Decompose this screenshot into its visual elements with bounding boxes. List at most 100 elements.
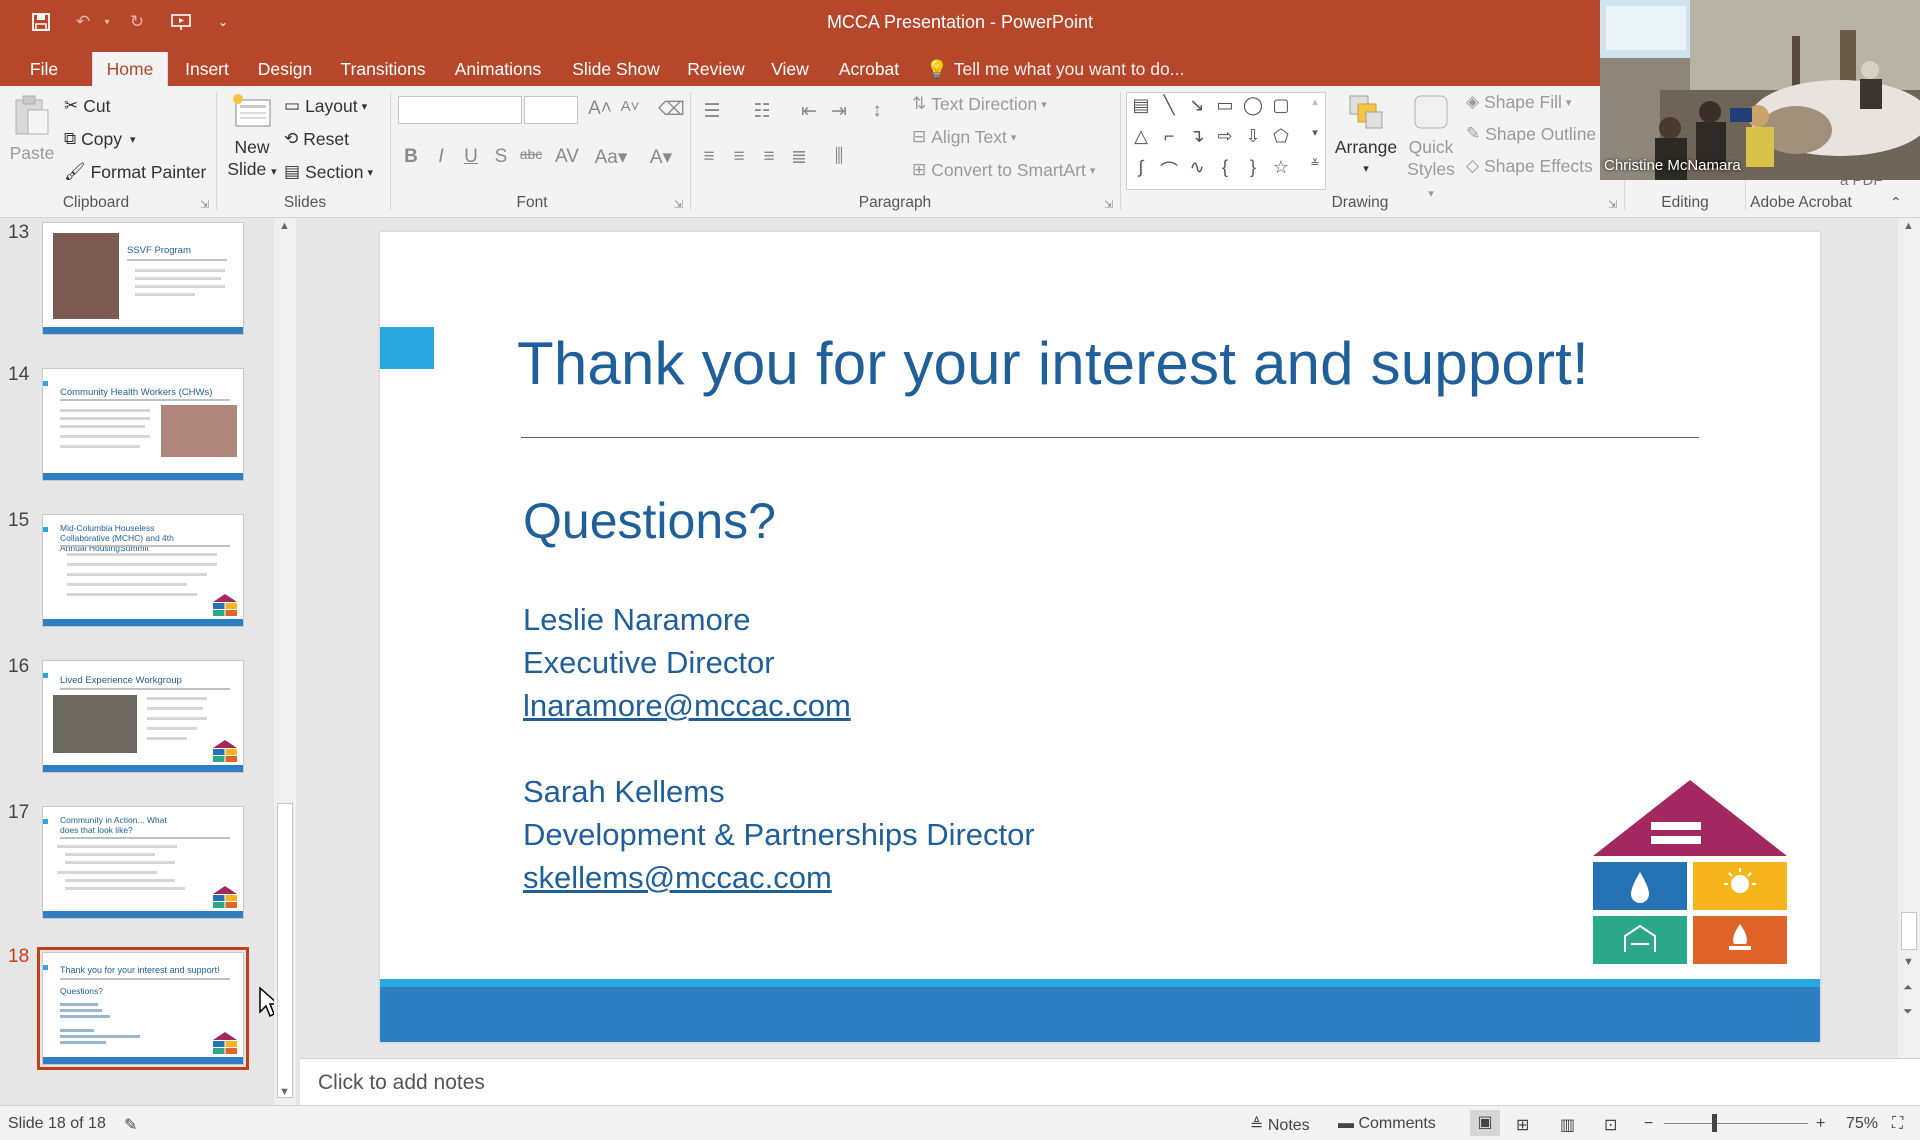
align-text-button[interactable]: ⊟ Align Text ▾ (912, 123, 1016, 151)
notes-pane[interactable]: Click to add notes (300, 1058, 1920, 1105)
slide-sorter-icon[interactable]: ⊞ (1516, 1115, 1529, 1135)
shape-fill-button[interactable]: ◈ Shape Fill ▾ (1466, 88, 1571, 116)
increase-font-icon[interactable]: A˄ (587, 98, 613, 120)
change-case-icon[interactable]: Aa▾ (592, 146, 630, 169)
editor-scrollbar[interactable]: ▲ ▼ ⏶ ⏷ (1898, 218, 1920, 1058)
gallery-down-icon[interactable]: ▾ (1303, 126, 1327, 139)
triangle-shape-icon[interactable]: △ (1129, 126, 1153, 147)
zoom-out-icon[interactable]: − (1644, 1115, 1653, 1133)
paragraph-launcher-icon[interactable]: ⇲ (1104, 198, 1113, 211)
freeform-shape-icon[interactable]: ∫ (1129, 157, 1153, 178)
tab-file[interactable]: File (16, 52, 72, 86)
scroll-up-icon[interactable]: ▲ (279, 220, 290, 232)
quick-styles-button[interactable]: Quick Styles ▾ (1402, 92, 1460, 205)
format-painter-button[interactable]: 🖌 Format Painter (64, 158, 206, 186)
notes-toggle-button[interactable]: ≜ Notes (1250, 1115, 1310, 1135)
numbering-icon[interactable]: ☷ (746, 100, 778, 123)
tab-review[interactable]: Review (680, 52, 752, 86)
slideshow-view-icon[interactable]: ⊡ (1604, 1115, 1617, 1135)
tell-me-box[interactable]: 💡 Tell me what you want to do... (926, 52, 1184, 86)
text-direction-button[interactable]: ⇅ Text Direction ▾ (912, 90, 1047, 118)
rectangle-shape-icon[interactable]: ▭ (1213, 95, 1237, 116)
textbox-shape-icon[interactable]: ▤ (1129, 95, 1153, 116)
italic-icon[interactable]: I (428, 146, 454, 168)
zoom-level[interactable]: 75% (1846, 1115, 1878, 1133)
increase-indent-icon[interactable]: ⇥ (826, 100, 852, 123)
left-brace-shape-icon[interactable]: { (1213, 157, 1237, 178)
section-button[interactable]: ▤ Section ▾ (284, 158, 373, 186)
slide-thumbnail-18[interactable]: Thank you for your interest and support!… (37, 947, 249, 1070)
reading-view-icon[interactable]: ▥ (1560, 1115, 1575, 1135)
clipboard-launcher-icon[interactable]: ⇲ (200, 198, 209, 211)
text-shadow-icon[interactable]: S (488, 146, 514, 168)
current-slide[interactable]: Thank you for your interest and support!… (380, 232, 1820, 1042)
down-arrow-shape-icon[interactable]: ⇩ (1241, 126, 1265, 147)
elbow-connector-icon[interactable]: ⌐ (1157, 126, 1181, 147)
copy-button[interactable]: ⧉ Copy ▾ (64, 125, 136, 153)
collapse-ribbon-icon[interactable]: ⌃ (1890, 194, 1902, 211)
elbow-arrow-icon[interactable]: ↴ (1185, 126, 1209, 147)
line-shape-icon[interactable]: ╲ (1157, 95, 1181, 116)
gallery-more-icon[interactable]: ≚ (1303, 157, 1327, 170)
font-name-box[interactable] (398, 96, 522, 124)
justify-icon[interactable]: ≣ (786, 146, 812, 169)
curve-shape-icon[interactable]: ∿ (1185, 157, 1209, 178)
right-brace-shape-icon[interactable]: } (1241, 157, 1265, 178)
oval-shape-icon[interactable]: ◯ (1241, 95, 1265, 116)
tab-design[interactable]: Design (248, 52, 322, 86)
tab-slide-show[interactable]: Slide Show (562, 52, 670, 86)
paste-button[interactable]: Paste (8, 94, 56, 164)
scroll-down-icon[interactable]: ▼ (279, 1086, 290, 1098)
font-launcher-icon[interactable]: ⇲ (674, 198, 683, 211)
arrow-line-shape-icon[interactable]: ↘ (1185, 95, 1209, 116)
slide-title[interactable]: Thank you for your interest and support! (517, 329, 1589, 398)
slide-thumbnail-15[interactable]: Mid-Columbia Houseless Collaborative (MC… (42, 514, 244, 627)
underline-icon[interactable]: U (458, 146, 484, 168)
rounded-rect-shape-icon[interactable]: ▢ (1269, 95, 1293, 116)
scroll-down-icon[interactable]: ▼ (1903, 956, 1914, 968)
shapes-gallery[interactable]: ▤ ╲ ↘ ▭ ◯ ▢ △ ⌐ ↴ ⇨ ⇩ ⬠ ∫ ⌒ ∿ { } ☆ ▴ ▾ … (1126, 92, 1326, 190)
undo-dropdown-icon[interactable]: ▾ (92, 9, 122, 35)
font-color-icon[interactable]: A▾ (644, 146, 678, 169)
arc-shape-icon[interactable]: ⌒ (1157, 157, 1181, 183)
tab-transitions[interactable]: Transitions (332, 52, 434, 86)
new-slide-button[interactable]: New Slide ▾ (224, 92, 280, 183)
font-size-box[interactable] (524, 96, 578, 124)
shape-effects-button[interactable]: ◇ Shape Effects (1466, 152, 1593, 180)
slide-thumbnail-16[interactable]: Lived Experience Workgroup (42, 660, 244, 773)
zoom-slider-handle[interactable] (1712, 1114, 1717, 1132)
columns-icon[interactable]: ⫼ (826, 146, 852, 168)
align-left-icon[interactable]: ≡ (696, 146, 722, 168)
arrange-button[interactable]: Arrange ▾ (1332, 92, 1400, 180)
tab-animations[interactable]: Animations (444, 52, 552, 86)
star-shape-icon[interactable]: ☆ (1269, 157, 1293, 178)
fit-to-window-icon[interactable]: ⛶ (1892, 1115, 1903, 1133)
contact2-name[interactable]: Sarah Kellems (523, 774, 725, 810)
clear-formatting-icon[interactable]: ⌫ (658, 98, 685, 121)
comments-button[interactable]: ▬ Comments (1338, 1115, 1436, 1133)
contact2-role[interactable]: Development & Partnerships Director (523, 817, 1035, 853)
customize-qat-icon[interactable]: ⌄ (208, 9, 238, 35)
redo-icon[interactable]: ↻ (122, 9, 152, 35)
align-right-icon[interactable]: ≡ (756, 146, 782, 168)
bullets-icon[interactable]: ☰ (696, 100, 728, 123)
tab-acrobat[interactable]: Acrobat (828, 52, 910, 86)
bold-icon[interactable]: B (398, 146, 424, 168)
normal-view-icon[interactable]: ▣ (1470, 1110, 1500, 1136)
contact1-role[interactable]: Executive Director (523, 645, 775, 681)
contact2-email-link[interactable]: skellems@mccac.com (523, 860, 832, 896)
shape-outline-button[interactable]: ✎ Shape Outline (1466, 120, 1596, 148)
decrease-indent-icon[interactable]: ⇤ (796, 100, 822, 123)
save-icon[interactable] (26, 9, 56, 35)
spellcheck-icon[interactable]: ✎ (124, 1115, 137, 1135)
line-spacing-icon[interactable]: ↕ (864, 100, 890, 122)
reset-button[interactable]: ⟲ Reset (284, 125, 349, 153)
drawing-launcher-icon[interactable]: ⇲ (1608, 198, 1617, 211)
thumbnail-scrollbar[interactable]: ▲ ▼ (274, 218, 296, 1105)
tab-home[interactable]: Home (92, 52, 168, 86)
zoom-in-icon[interactable]: + (1816, 1115, 1825, 1133)
cut-button[interactable]: ✂ Cut (64, 92, 110, 120)
slide-thumbnail-14[interactable]: Community Health Workers (CHWs) (42, 368, 244, 481)
tab-view[interactable]: View (762, 52, 818, 86)
contact1-email-link[interactable]: lnaramore@mccac.com (523, 688, 851, 724)
